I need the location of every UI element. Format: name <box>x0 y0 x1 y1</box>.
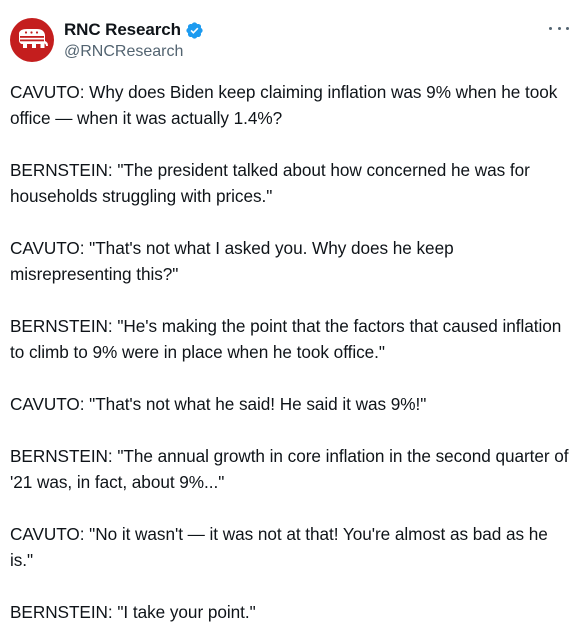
author-handle[interactable]: @RNCResearch <box>64 43 204 61</box>
tweet-paragraph: CAVUTO: "No it wasn't — it was not at th… <box>10 524 548 570</box>
tweet-text: CAVUTO: Why does Biden keep claiming inf… <box>10 79 569 625</box>
tweet-paragraph: BERNSTEIN: "The president talked about h… <box>10 160 530 206</box>
verified-badge-icon[interactable] <box>185 21 204 40</box>
tweet-paragraph: BERNSTEIN: "I take your point." <box>10 602 256 622</box>
republican-elephant-icon <box>19 29 48 48</box>
tweet-paragraph: CAVUTO: "That's not what I asked you. Wh… <box>10 238 454 284</box>
avatar[interactable] <box>10 18 54 62</box>
tweet-paragraph: BERNSTEIN: "He's making the point that t… <box>10 316 562 362</box>
tweet-paragraph: CAVUTO: "That's not what he said! He sai… <box>10 394 427 414</box>
tweet-paragraph: BERNSTEIN: "The annual growth in core in… <box>10 446 569 492</box>
tweet-paragraph: CAVUTO: Why does Biden keep claiming inf… <box>10 82 558 128</box>
display-name[interactable]: RNC Research <box>64 20 181 40</box>
author-names: RNC Research @RNCResearch <box>64 14 204 61</box>
tweet-header: RNC Research @RNCResearch <box>10 14 569 70</box>
more-options-icon[interactable] <box>549 20 569 36</box>
name-row: RNC Research <box>64 19 204 41</box>
tweet: RNC Research @RNCResearch CAVUTO: Why do… <box>0 0 581 625</box>
